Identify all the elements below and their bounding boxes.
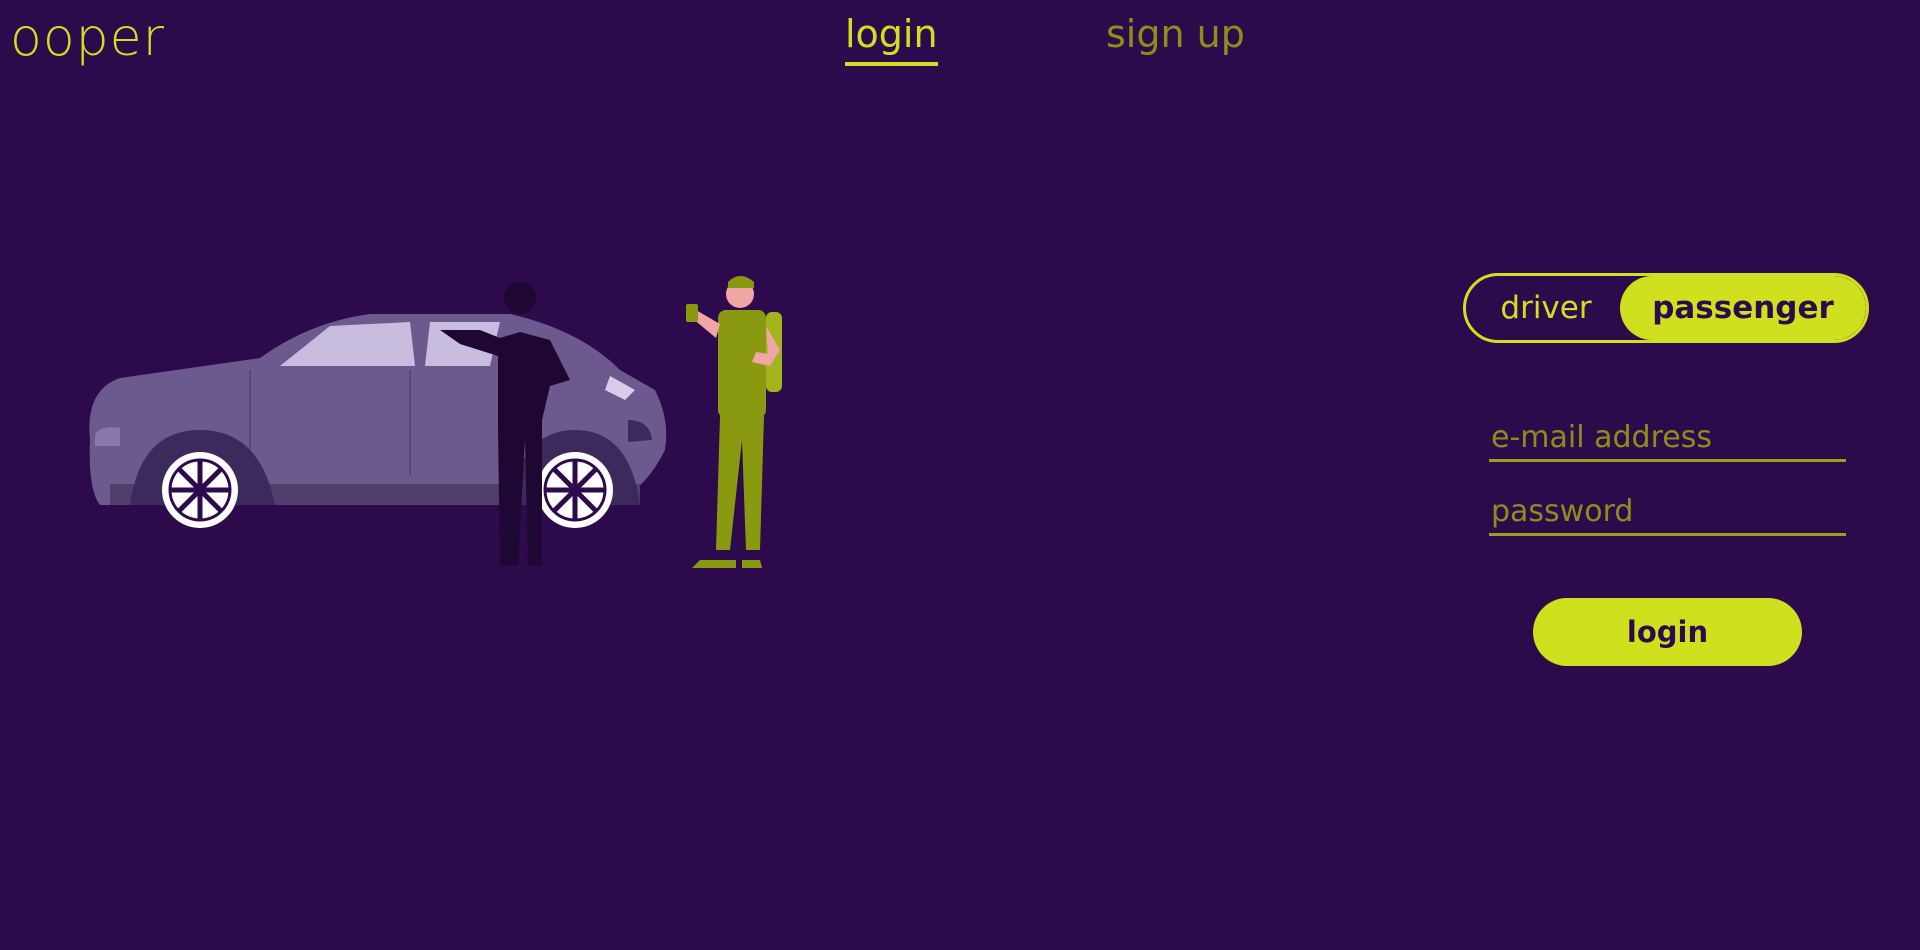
car-icon	[89, 314, 667, 528]
password-field[interactable]	[1489, 490, 1846, 536]
front-wheel-icon	[162, 452, 238, 528]
login-button[interactable]: login	[1533, 598, 1802, 666]
login-page: ooper login sign up driver passenger e-m…	[0, 0, 1920, 950]
app-logo[interactable]: ooper	[10, 8, 165, 68]
active-tab-indicator	[845, 62, 938, 66]
tab-login[interactable]: login	[845, 12, 938, 66]
role-option-driver[interactable]: driver	[1466, 276, 1626, 340]
role-option-passenger[interactable]: passenger	[1620, 276, 1866, 340]
role-toggle: driver passenger	[1463, 273, 1869, 343]
passenger-figure-icon	[686, 276, 782, 568]
tab-sign-up[interactable]: sign up	[1106, 12, 1245, 56]
car-illustration	[89, 276, 782, 568]
email-field[interactable]	[1489, 416, 1846, 462]
tab-sign-up-label: sign up	[1106, 12, 1245, 56]
tab-login-label: login	[845, 12, 938, 56]
rear-wheel-icon	[537, 452, 613, 528]
